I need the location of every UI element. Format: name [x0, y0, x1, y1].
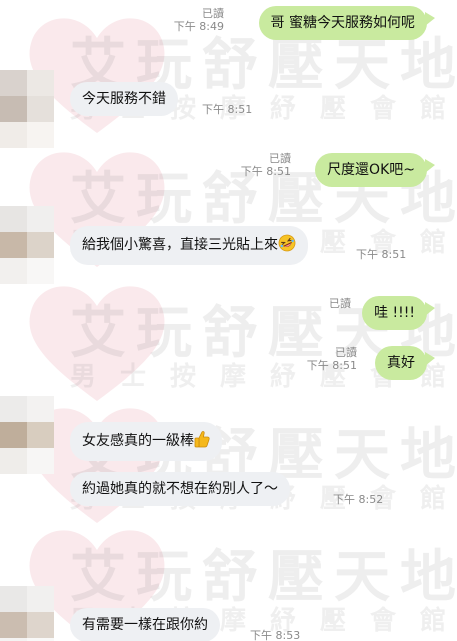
chat-window: 艾玩舒壓天地 男士按摩紓壓會館 艾玩舒壓天地 男士按摩紓壓會館 艾玩舒壓天地 男… — [0, 0, 457, 641]
message-bubble-outgoing[interactable]: 哇 !!!! — [362, 296, 435, 330]
message-meta: 已讀 — [329, 297, 351, 310]
avatar[interactable] — [0, 586, 54, 641]
read-receipt: 已讀 — [269, 152, 291, 165]
message-bubble-incoming[interactable]: 給我個小驚喜，直接三光貼上來 — [70, 226, 308, 265]
watermark: 艾玩舒壓天地 男士按摩紓壓會館 — [0, 398, 457, 528]
message-bubble-incoming[interactable]: 有需要一樣在跟你約 — [70, 608, 220, 641]
read-receipt: 已讀 — [329, 297, 351, 310]
watermark-brand: 艾玩舒壓天地 — [70, 545, 457, 610]
message-bubble-incoming[interactable]: 今天服務不錯 — [70, 82, 178, 116]
message-bubble-outgoing[interactable]: 哥 蜜糖今天服務如何呢 — [258, 6, 436, 40]
message-time: 下午 8:52 — [333, 493, 384, 506]
message-meta: 已讀 下午 8:49 — [174, 7, 224, 33]
message-bubble-outgoing[interactable]: 真好 — [375, 346, 435, 380]
avatar[interactable] — [0, 206, 54, 284]
read-receipt: 已讀 — [202, 7, 224, 20]
message-bubble-incoming[interactable]: 女友感真的一級棒 — [70, 422, 222, 461]
message-bubble-incoming[interactable]: 約過她真的就不想在約別人了～ — [70, 472, 290, 506]
message-meta: 已讀 下午 8:51 — [307, 346, 357, 372]
heart-watermark-icon — [29, 286, 165, 401]
message-time: 下午 8:51 — [240, 165, 291, 178]
message-time: 下午 8:51 — [356, 248, 407, 261]
message-time: 下午 8:53 — [250, 629, 301, 641]
message-time: 下午 8:51 — [306, 359, 357, 372]
watermark: 艾玩舒壓天地 男士按摩紓壓會館 — [0, 520, 457, 641]
read-receipt: 已讀 — [335, 346, 357, 359]
message-text: 女友感真的一級棒 — [82, 433, 194, 449]
avatar[interactable] — [0, 70, 54, 148]
message-time: 下午 8:51 — [202, 103, 253, 116]
avatar[interactable] — [0, 396, 54, 474]
message-bubble-outgoing[interactable]: 尺度還OK吧~ — [315, 153, 435, 187]
rolling-laughing-emoji-icon — [278, 234, 296, 257]
message-time: 下午 8:49 — [173, 20, 224, 33]
message-text: 給我個小驚喜，直接三光貼上來 — [82, 237, 278, 253]
message-meta: 已讀 下午 8:51 — [241, 152, 291, 178]
thumbs-up-emoji-icon — [194, 430, 210, 453]
